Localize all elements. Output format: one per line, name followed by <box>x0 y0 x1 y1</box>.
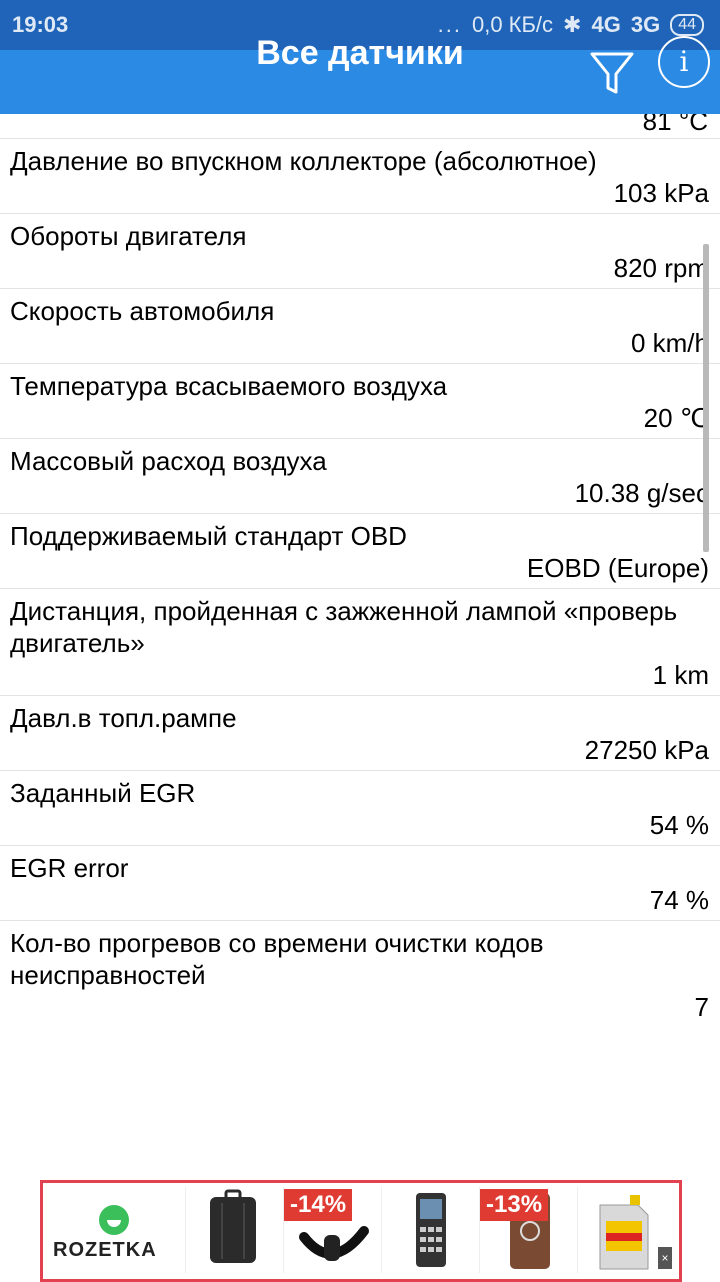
app-bar: Все датчики i <box>0 36 720 114</box>
sensor-row[interactable]: Скорость автомобиля 0 km/h <box>0 288 720 363</box>
phone-icon <box>416 1193 446 1267</box>
sensor-name: Дистанция, пройденная с зажженной лампой… <box>10 596 678 658</box>
sensor-row[interactable]: Кол-во прогревов со времени очистки кодо… <box>0 920 720 1027</box>
sensor-row[interactable]: Давл.в топл.рампе 27250 kPa <box>0 695 720 770</box>
discount-badge: -14% <box>284 1189 353 1221</box>
sensor-value: 27250 kPa <box>584 735 709 765</box>
sensor-name: Обороты двигателя <box>10 221 247 251</box>
sensor-row[interactable]: Массовый расход воздуха 10.38 g/sec <box>0 438 720 513</box>
battery-icon: 44 <box>670 14 704 36</box>
ad-product-suitcase[interactable] <box>185 1187 282 1273</box>
partial-value: 81 °C <box>642 114 708 136</box>
ad-banner[interactable]: ROZETKA -14% -13% × <box>40 1180 682 1282</box>
sensor-list[interactable]: 81 °C Давление во впускном коллекторе (а… <box>0 114 720 1180</box>
ad-product-oil[interactable]: × <box>577 1187 674 1273</box>
rozetka-logo-icon <box>99 1205 129 1235</box>
sensor-row[interactable]: Поддерживаемый стандарт OBD EOBD (Europe) <box>0 513 720 588</box>
sensor-value: 20 ℃ <box>643 403 709 433</box>
info-icon[interactable]: i <box>658 36 710 88</box>
sensor-value: 54 % <box>649 810 709 840</box>
sensor-value: 103 kPa <box>613 178 709 208</box>
discount-badge: -13% <box>480 1189 549 1221</box>
sensor-name: Массовый расход воздуха <box>10 446 327 476</box>
filter-icon[interactable] <box>588 32 636 96</box>
scrollbar[interactable] <box>703 244 709 552</box>
sensor-row[interactable]: Дистанция, пройденная с зажженной лампой… <box>0 588 720 695</box>
sensor-value: 74 % <box>649 885 709 915</box>
sensor-name: EGR error <box>10 853 129 883</box>
sensor-row[interactable]: Заданный EGR 54 % <box>0 770 720 845</box>
sensor-name: Скорость автомобиля <box>10 296 275 326</box>
sensor-value: 820 rpm <box>613 253 709 283</box>
sensor-value: EOBD (Europe) <box>526 553 709 583</box>
ad-close-icon[interactable]: × <box>658 1247 672 1269</box>
sensor-name: Заданный EGR <box>10 778 196 808</box>
suitcase-icon <box>210 1189 256 1263</box>
sensor-name: Кол-во прогревов со времени очистки кодо… <box>10 928 544 990</box>
sensor-value: 10.38 g/sec <box>574 478 709 508</box>
ad-product-band[interactable]: -14% <box>283 1187 380 1273</box>
sensor-row[interactable]: Температура всасываемого воздуха 20 ℃ <box>0 363 720 438</box>
sensor-name: Температура всасываемого воздуха <box>10 371 448 401</box>
sensor-value: 7 <box>694 992 709 1022</box>
sensor-name: Давл.в топл.рампе <box>10 703 237 733</box>
bluetooth-icon: ✱ <box>563 12 582 37</box>
status-time: 19:03 <box>12 12 69 37</box>
sensor-rows: Давление во впускном коллекторе (абсолют… <box>0 138 720 1027</box>
sensor-row[interactable]: Обороты двигателя 820 rpm <box>0 213 720 288</box>
sensor-value: 0 km/h <box>630 328 709 358</box>
sensor-name: Поддерживаемый стандарт OBD <box>10 521 407 551</box>
sensor-name: Давление во впускном коллекторе (абсолют… <box>10 146 597 176</box>
sensor-row[interactable]: Давление во впускном коллекторе (абсолют… <box>0 138 720 213</box>
ad-product-phone[interactable] <box>381 1187 478 1273</box>
status-icons: ... 0,0 КБ/с ✱ 4G 3G 44 <box>438 12 704 38</box>
sensor-row[interactable]: EGR error 74 % <box>0 845 720 920</box>
network-speed: 0,0 КБ/с <box>471 12 554 37</box>
ad-product-smartphone[interactable]: -13% <box>479 1187 576 1273</box>
sensor-value: 1 km <box>652 660 709 690</box>
ad-brand-name: ROZETKA <box>53 1239 157 1261</box>
ad-brand-cell[interactable]: ROZETKA <box>43 1187 183 1273</box>
